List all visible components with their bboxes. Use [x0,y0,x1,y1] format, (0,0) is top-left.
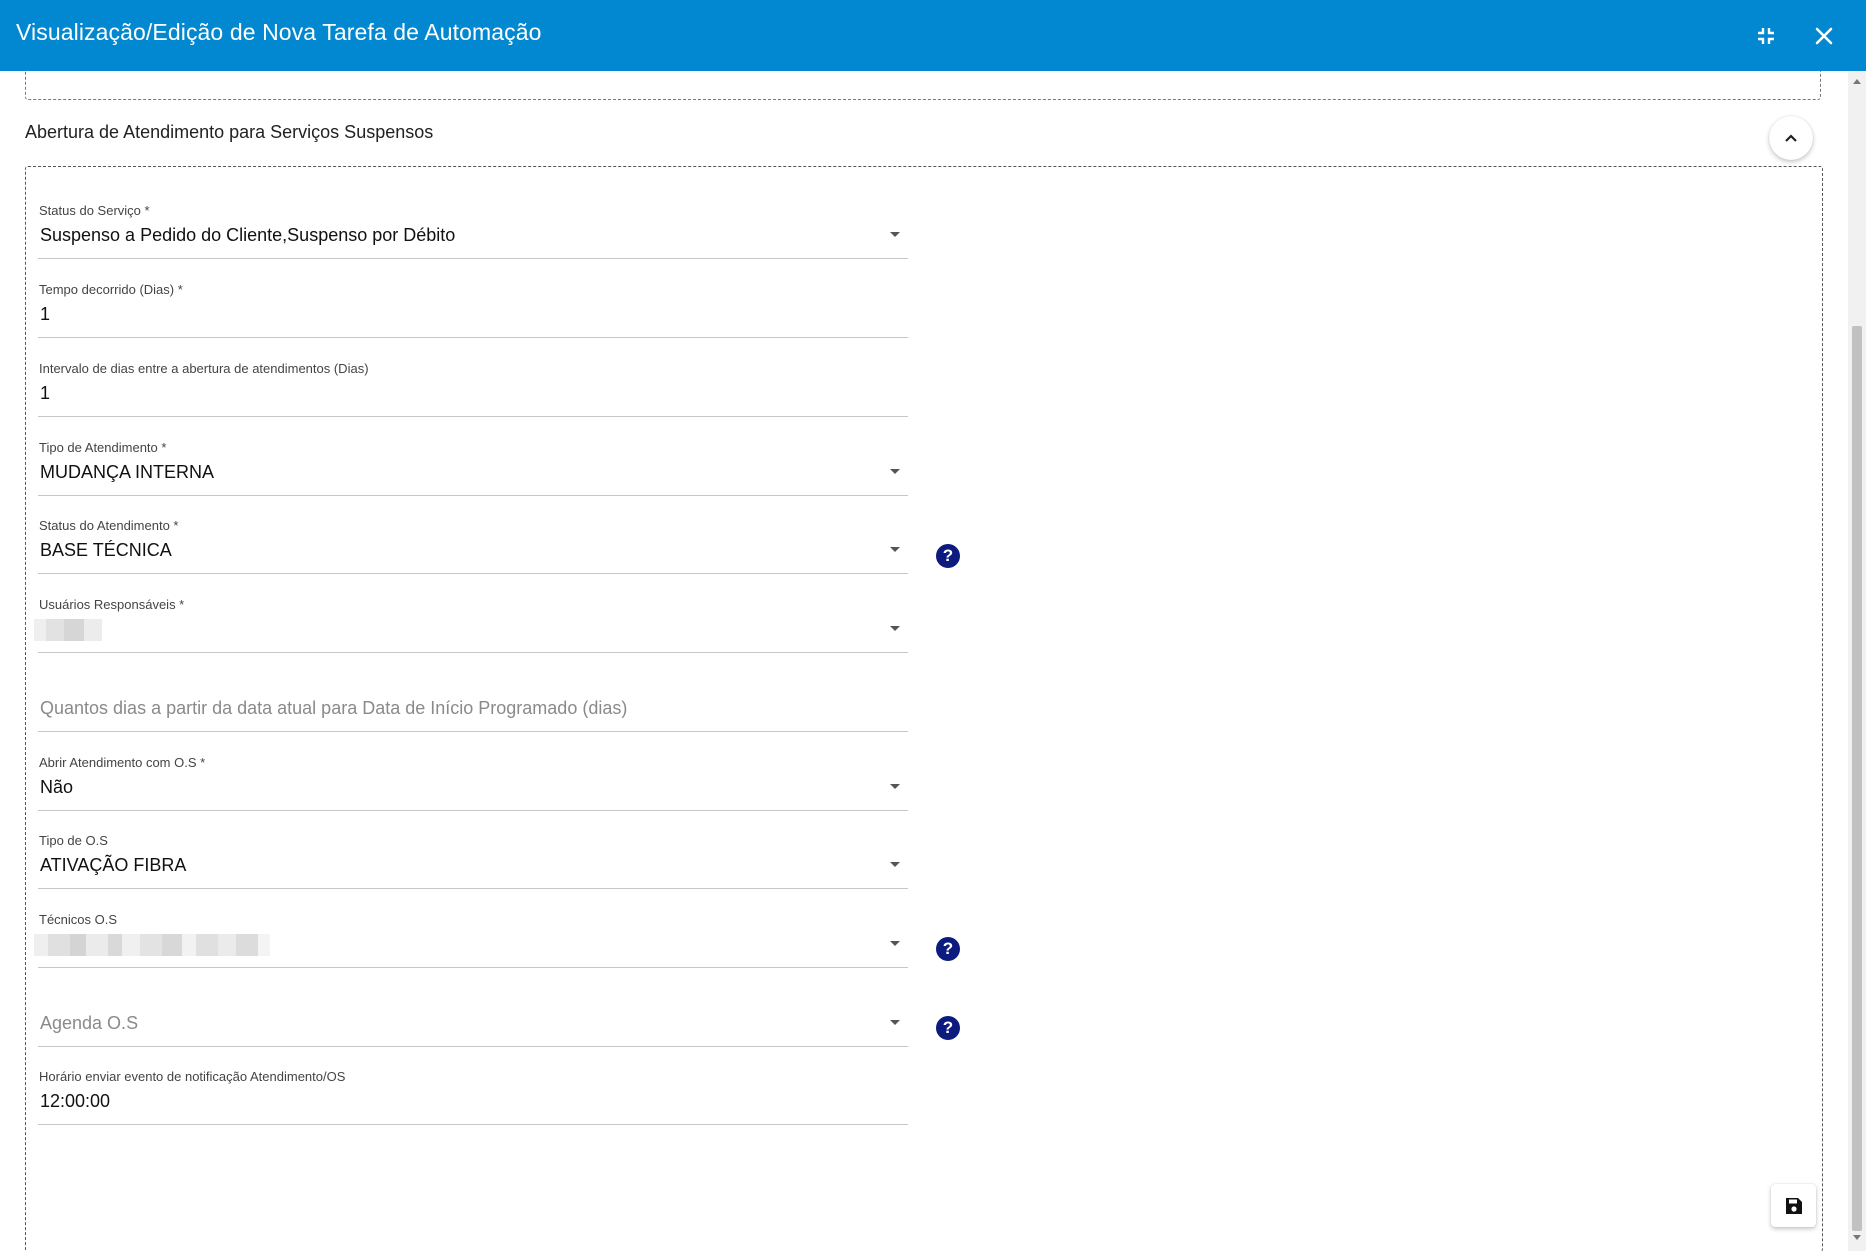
save-button[interactable] [1771,1184,1816,1227]
vertical-scrollbar[interactable] [1848,71,1866,1251]
field-value: ATIVAÇÃO FIBRA [40,855,187,875]
scrollbar-thumb[interactable] [1852,326,1862,1231]
redacted-value [34,934,270,956]
horario-notificacao-input[interactable]: Horário enviar evento de notificação Ate… [38,1061,908,1125]
chevron-up-icon [1785,134,1797,142]
dialog-header: Visualização/Edição de Nova Tarefa de Au… [0,0,1866,71]
field-placeholder: Quantos dias a partir da data atual para… [40,698,628,718]
field-label: Abrir Atendimento com O.S * [39,755,206,770]
dropdown-arrow-icon[interactable] [890,547,900,552]
field-label: Tipo de O.S [39,833,108,848]
previous-section-box [25,71,1821,100]
field-value: BASE TÉCNICA [40,540,172,560]
form-panel: Status do Serviço * Suspenso a Pedido do… [25,166,1823,1251]
tipo-os-select[interactable]: Tipo de O.S ATIVAÇÃO FIBRA [38,825,908,889]
field-value: 1 [40,383,51,403]
dropdown-arrow-icon[interactable] [890,1020,900,1025]
intervalo-dias-input[interactable]: Intervalo de dias entre a abertura de at… [38,353,908,417]
field-label: Intervalo de dias entre a abertura de at… [39,361,369,376]
compress-icon[interactable] [1748,18,1784,54]
field-label: Tipo de Atendimento * [39,440,167,455]
field-label: Tempo decorrido (Dias) * [39,282,183,297]
field-label: Usuários Responsáveis * [39,597,185,612]
scroll-down-arrow-icon[interactable] [1853,1235,1861,1240]
tipo-atendimento-select[interactable]: Tipo de Atendimento * MUDANÇA INTERNA [38,432,908,496]
field-placeholder: Agenda O.S [40,1013,139,1033]
help-icon[interactable]: ? [936,937,960,961]
dropdown-arrow-icon[interactable] [890,626,900,631]
field-label: Horário enviar evento de notificação Ate… [39,1069,346,1084]
field-value: MUDANÇA INTERNA [40,462,215,482]
field-value: Suspenso a Pedido do Cliente,Suspenso po… [40,225,456,245]
section-title: Abertura de Atendimento para Serviços Su… [25,122,434,142]
dialog-title: Visualização/Edição de Nova Tarefa de Au… [16,19,542,45]
tecnicos-os-select[interactable]: Técnicos O.S [34,904,908,968]
status-atendimento-select[interactable]: Status do Atendimento * BASE TÉCNICA [38,510,908,574]
field-value: 1 [40,304,51,324]
abrir-atendimento-os-select[interactable]: Abrir Atendimento com O.S * Não [38,747,908,811]
dropdown-arrow-icon[interactable] [890,862,900,867]
field-value: Não [40,777,74,797]
dias-inicio-programado-input[interactable]: Quantos dias a partir da data atual para… [38,668,908,732]
field-label: Técnicos O.S [39,912,118,927]
redacted-value [34,619,102,641]
status-servico-select[interactable]: Status do Serviço * Suspenso a Pedido do… [38,195,908,259]
dropdown-arrow-icon[interactable] [890,941,900,946]
field-label: Status do Serviço * [39,203,150,218]
dialog-content[interactable]: Abertura de Atendimento para Serviços Su… [0,71,1848,1251]
help-icon[interactable]: ? [936,544,960,568]
help-icon[interactable]: ? [936,1016,960,1040]
collapse-section-button[interactable] [1769,116,1813,160]
agenda-os-select[interactable]: Agenda O.S [38,983,908,1047]
tempo-decorrido-input[interactable]: Tempo decorrido (Dias) * 1 [38,274,908,338]
close-icon[interactable] [1806,18,1842,54]
dropdown-arrow-icon[interactable] [890,469,900,474]
save-icon [1785,1197,1802,1214]
scroll-up-arrow-icon[interactable] [1853,79,1861,84]
field-value: 12:00:00 [40,1091,111,1111]
dropdown-arrow-icon[interactable] [890,232,900,237]
dropdown-arrow-icon[interactable] [890,784,900,789]
field-label: Status do Atendimento * [39,518,179,533]
usuarios-responsaveis-select[interactable]: Usuários Responsáveis * [34,589,908,653]
